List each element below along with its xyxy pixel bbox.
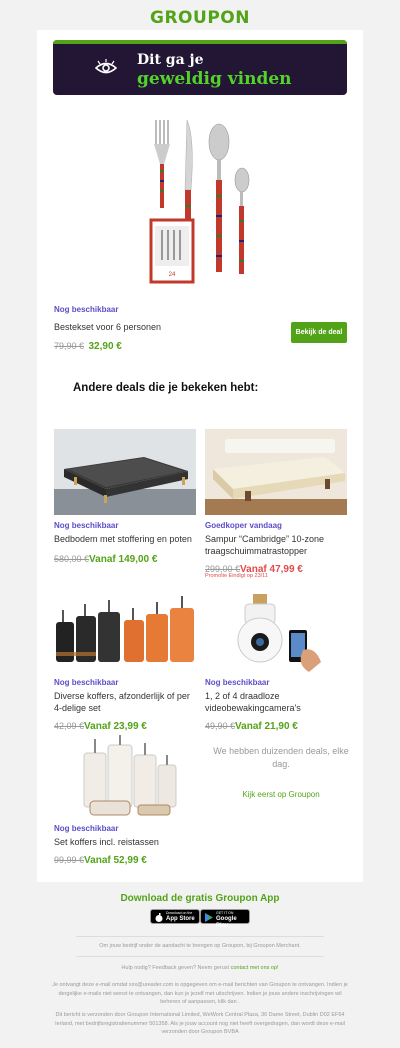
deal-4-old-price: 49,90 € (205, 721, 236, 731)
deal-2-title[interactable]: Sampur “Cambridge” 10-zone traagschuimma… (205, 533, 347, 557)
deal-4-status: Nog beschikbaar (205, 678, 270, 687)
section-title: Andere deals die je bekeken hebt: (73, 382, 259, 394)
apple-icon (155, 913, 163, 922)
browse-groupon-link[interactable]: Kijk eerst op Groupon (211, 790, 351, 799)
deal-1-old-price: 580,00 € (54, 554, 90, 564)
google-play-icon (205, 913, 213, 922)
eye-icon (95, 59, 117, 74)
help-text: Hulp nodig? Feedback geven? Neem gerust (121, 965, 230, 971)
suitcase-set-image[interactable] (54, 735, 196, 821)
cutlery-set-image[interactable]: 24 (149, 120, 259, 300)
footer-divider (76, 936, 324, 937)
deal-3-price: 42,09 €Vanaf 23,99 € (54, 716, 147, 734)
app-store-text: App Store (166, 916, 195, 922)
promo-banner: Dit ga je geweldig vinden (53, 40, 347, 95)
deals-message: We hebben duizenden deals, elke dag. (213, 746, 349, 769)
banner-subtitle: geweldig vinden (137, 69, 292, 89)
deal-2-status: Goedkoper vandaag (205, 521, 282, 530)
banner-stripe (53, 40, 347, 44)
bed-base-image[interactable] (54, 429, 196, 515)
deal-5-old-price: 99,99 € (54, 855, 85, 865)
help-line: Hulp nodig? Feedback geven? Neem gerust … (48, 964, 352, 973)
hero-old-price: 79,90 € (54, 341, 85, 351)
deal-4-title[interactable]: 1, 2 of 4 draadloze videobewakingcamera'… (205, 690, 347, 714)
hero-title[interactable]: Bestekset voor 6 personen (54, 321, 161, 333)
deal-3-status: Nog beschikbaar (54, 678, 119, 687)
subscription-note: Je ontvangt deze e-mail omdat xxx@ureade… (52, 982, 348, 1005)
deal-5-status: Nog beschikbaar (54, 824, 119, 833)
deal-5-new-price: Vanaf 52,99 € (84, 855, 147, 866)
deal-1-title[interactable]: Bedbodem met stoffering en poten (54, 533, 196, 545)
security-camera-image[interactable] (205, 590, 347, 676)
view-deal-button[interactable]: Bekijk de deal (291, 322, 347, 343)
google-play-text: Google Play (216, 916, 237, 929)
suitcases-image[interactable] (54, 590, 196, 676)
deal-3-old-price: 42,09 € (54, 721, 85, 731)
merchant-note: Om jouw bedrijf onder de aandacht te bre… (99, 943, 301, 949)
contact-link[interactable]: contact met ons op! (231, 965, 279, 971)
box-count-label: 24 (169, 272, 176, 278)
hero-new-price: 32,90 € (88, 341, 122, 352)
deal-4-new-price: Vanaf 21,90 € (235, 721, 298, 732)
app-download-title: Download de gratis Groupon App (120, 893, 280, 904)
banner-title: Dit ga je (137, 52, 204, 68)
footer-divider-2 (76, 956, 324, 957)
deal-4-price: 49,90 €Vanaf 21,90 € (205, 716, 298, 734)
deal-2-promo: Promotie Eindigt op 23/11 (205, 573, 268, 579)
google-play-button[interactable]: GET IT ON Google Play (200, 909, 250, 929)
groupon-logo[interactable]: GROUPON (0, 8, 400, 28)
deal-3-title[interactable]: Diverse koffers, afzonderlijk of per 4-d… (54, 690, 196, 714)
email-card: Dit ga je geweldig vinden 24 Nog beschik… (37, 30, 363, 882)
hero-price: 79,90 € 32,90 € (54, 336, 122, 354)
mattress-topper-image[interactable] (205, 429, 347, 515)
deal-1-new-price: Vanaf 149,00 € (89, 554, 158, 565)
deal-5-title[interactable]: Set koffers incl. reistassen (54, 836, 196, 848)
deal-1-price: 580,00 €Vanaf 149,00 € (54, 549, 157, 567)
deal-5-price: 99,99 €Vanaf 52,99 € (54, 850, 147, 868)
hero-status: Nog beschikbaar (54, 305, 119, 314)
deal-1-status: Nog beschikbaar (54, 521, 119, 530)
app-store-button[interactable]: Download on the App Store (150, 909, 200, 924)
deal-3-new-price: Vanaf 23,99 € (84, 721, 147, 732)
legal-note: Dit bericht is verzonden door Groupon In… (55, 1012, 345, 1035)
